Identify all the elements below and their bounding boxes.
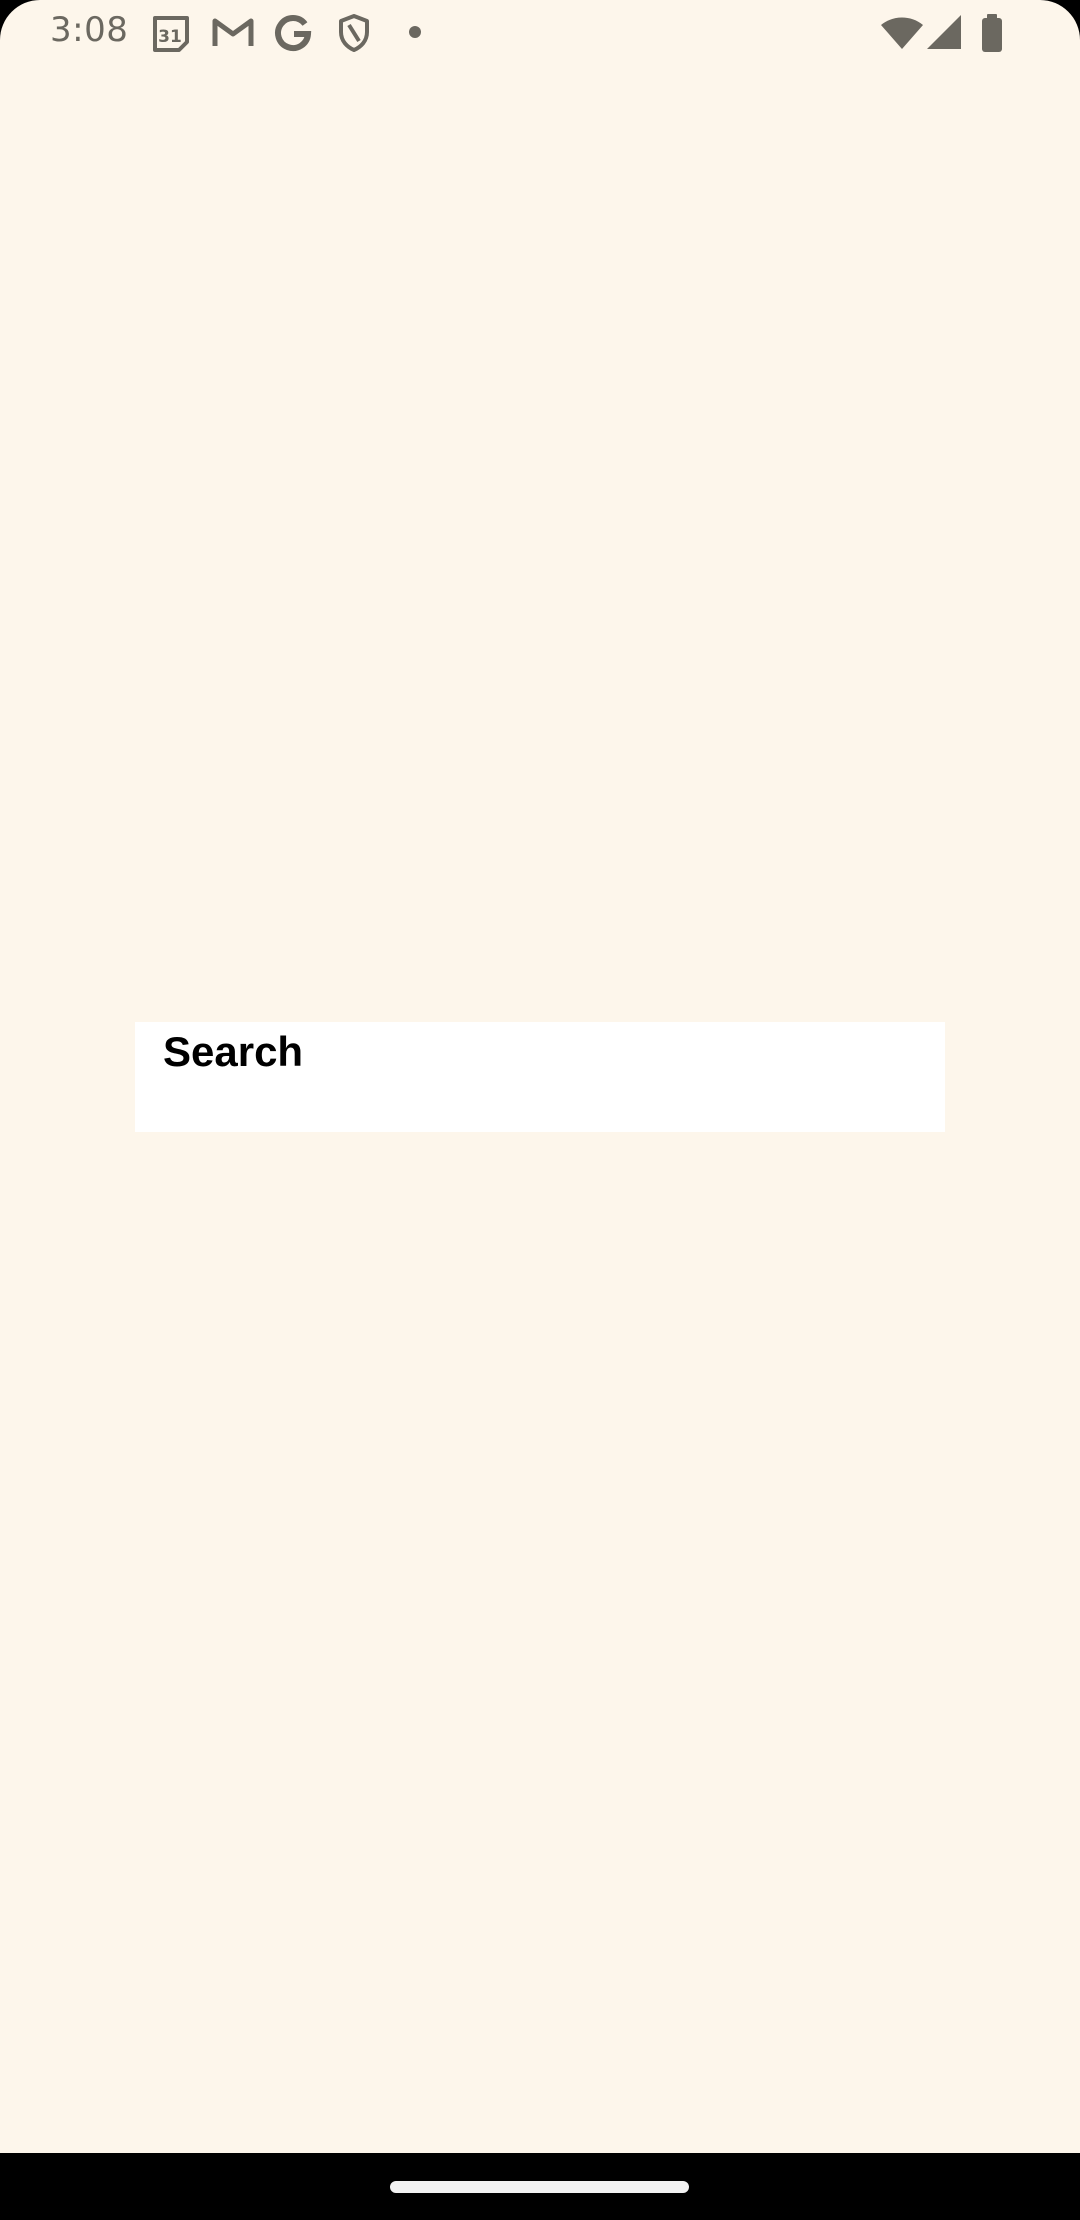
status-bar: 3:08 31 xyxy=(0,0,1080,66)
wifi-icon xyxy=(881,17,923,49)
status-time: 3:08 xyxy=(50,10,129,50)
calendar-icon: 31 xyxy=(153,16,189,52)
shield-icon xyxy=(339,14,369,52)
google-icon xyxy=(275,15,312,52)
search-label: Search xyxy=(163,1028,304,1075)
battery-icon xyxy=(982,14,1002,52)
signal-icon xyxy=(927,15,961,49)
dot-icon xyxy=(409,26,421,38)
search-box[interactable]: Search xyxy=(135,1022,945,1132)
gmail-icon xyxy=(212,18,254,46)
app-screen: 3:08 31 Search xyxy=(0,0,1080,2153)
svg-text:31: 31 xyxy=(158,27,182,47)
home-gesture-handle[interactable] xyxy=(390,2181,689,2193)
